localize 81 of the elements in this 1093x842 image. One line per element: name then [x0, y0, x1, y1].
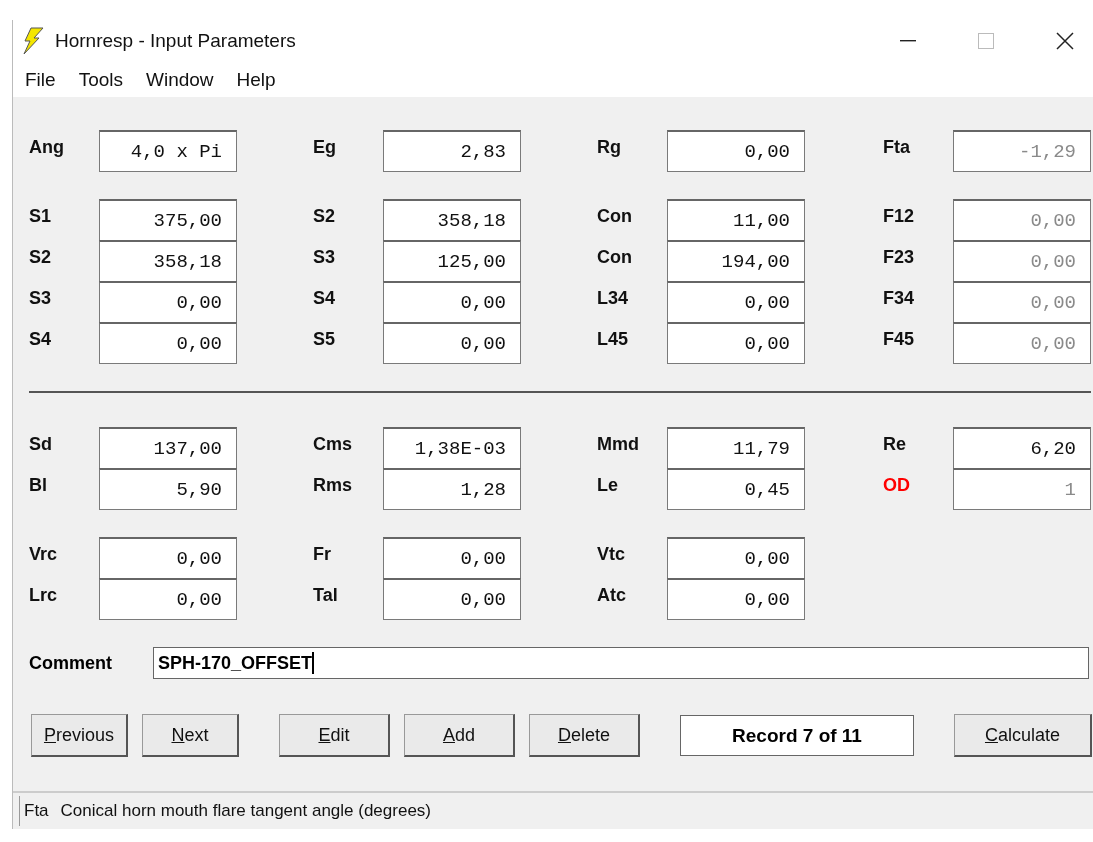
- field-label: F45: [883, 328, 916, 350]
- action-button[interactable]: Edit: [279, 714, 390, 757]
- value-field[interactable]: 0,00: [667, 281, 805, 323]
- field-label: S3: [313, 246, 337, 268]
- value-field[interactable]: 1,38E-03: [383, 427, 521, 469]
- field-label: S2: [29, 246, 53, 268]
- field-label: Vtc: [597, 543, 626, 565]
- field-label: Rms: [313, 474, 353, 496]
- value-field[interactable]: 0,00: [383, 578, 521, 620]
- text-cursor: [312, 652, 314, 674]
- field-label: F23: [883, 246, 916, 268]
- value-field[interactable]: 0,00: [667, 537, 805, 579]
- value-field[interactable]: 0,00: [667, 130, 805, 172]
- field-label: F34: [883, 287, 916, 309]
- field-label: Eg: [313, 136, 337, 158]
- value-field[interactable]: 125,00: [383, 240, 521, 282]
- value-field[interactable]: 358,18: [99, 240, 237, 282]
- field-label: S2: [313, 205, 337, 227]
- field-label: Mmd: [597, 433, 640, 455]
- value-field[interactable]: 375,00: [99, 199, 237, 241]
- value-field[interactable]: 0,00: [667, 322, 805, 364]
- field-label: Con: [597, 246, 633, 268]
- action-button[interactable]: Next: [142, 714, 239, 757]
- menu-item[interactable]: Window: [146, 68, 214, 91]
- field-label: Tal: [313, 584, 339, 606]
- field-label: S1: [29, 205, 53, 227]
- comment-label: Comment: [29, 652, 113, 674]
- field-label: Ang: [29, 136, 65, 158]
- window-title: Hornresp - Input Parameters: [55, 30, 296, 52]
- field-label: Re: [883, 433, 907, 455]
- field-label: Bl: [29, 474, 48, 496]
- value-field[interactable]: 358,18: [383, 199, 521, 241]
- minimize-icon[interactable]: [900, 40, 916, 42]
- lightning-icon: [21, 27, 45, 55]
- action-button[interactable]: Add: [404, 714, 515, 757]
- value-field[interactable]: 0,00: [667, 578, 805, 620]
- value-field[interactable]: 0,00: [383, 322, 521, 364]
- field-label: Rg: [597, 136, 622, 158]
- menu-item[interactable]: Tools: [78, 68, 123, 91]
- value-field[interactable]: 6,20: [953, 427, 1091, 469]
- value-field[interactable]: 0,00: [99, 578, 237, 620]
- field-label: Atc: [597, 584, 627, 606]
- action-button[interactable]: Previous: [31, 714, 128, 757]
- action-button[interactable]: Calculate: [954, 714, 1092, 757]
- close-icon[interactable]: [1056, 32, 1074, 50]
- value-field[interactable]: 2,83: [383, 130, 521, 172]
- menu-item[interactable]: File: [25, 68, 56, 91]
- value-field[interactable]: 0,00: [99, 537, 237, 579]
- comment-field[interactable]: SPH-170_OFFSET: [153, 647, 1089, 679]
- field-label: Cms: [313, 433, 353, 455]
- value-field[interactable]: 11,00: [667, 199, 805, 241]
- value-field[interactable]: 0,00: [99, 281, 237, 323]
- field-label: Lrc: [29, 584, 58, 606]
- value-field[interactable]: 0,00: [99, 322, 237, 364]
- value-field[interactable]: 194,00: [667, 240, 805, 282]
- field-label: S3: [29, 287, 53, 309]
- value-field[interactable]: 11,79: [667, 427, 805, 469]
- field-label: Fta: [883, 136, 911, 158]
- field-label: F12: [883, 205, 916, 227]
- action-button[interactable]: Delete: [529, 714, 640, 757]
- field-label: S5: [313, 328, 337, 350]
- field-label: Sd: [29, 433, 53, 455]
- field-label: Fr: [313, 543, 332, 565]
- value-field[interactable]: 137,00: [99, 427, 237, 469]
- field-label: Le: [597, 474, 619, 496]
- field-label: L34: [597, 287, 630, 309]
- field-label: Vrc: [29, 543, 59, 565]
- value-field[interactable]: 4,0 x Pi: [99, 130, 237, 172]
- status-text: Fta Conical horn mouth flare tangent angle (degrees): [19, 796, 431, 826]
- value-field[interactable]: 5,90: [99, 468, 237, 510]
- menu-item[interactable]: Help: [236, 68, 276, 91]
- value-field[interactable]: 0,45: [667, 468, 805, 510]
- value-field[interactable]: 0,00: [383, 537, 521, 579]
- value-field[interactable]: 0,00: [383, 281, 521, 323]
- value-field[interactable]: 1,28: [383, 468, 521, 510]
- field-label: L45: [597, 328, 630, 350]
- field-label: S4: [313, 287, 337, 309]
- record-counter: Record 7 of 11: [680, 715, 914, 756]
- field-label: Con: [597, 205, 633, 227]
- field-label: OD: [883, 474, 911, 496]
- field-label: S4: [29, 328, 53, 350]
